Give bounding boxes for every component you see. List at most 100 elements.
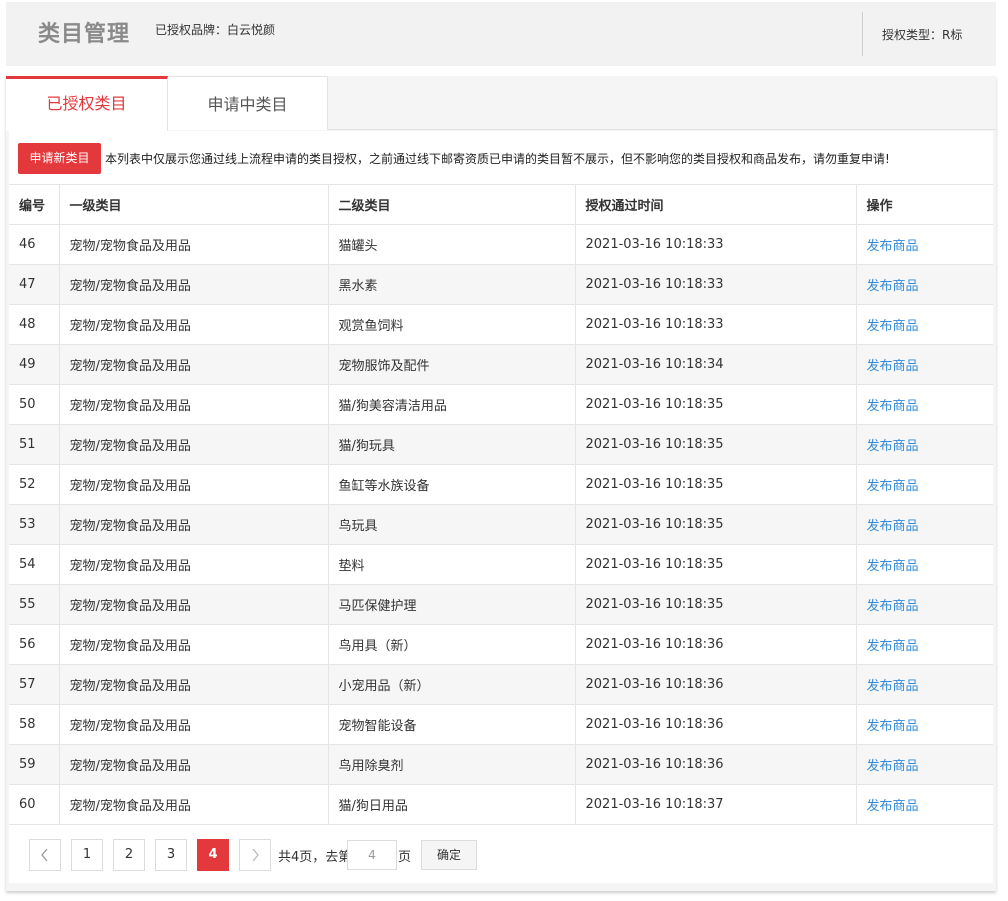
table-row: 50 宠物/宠物食品及用品 猫/狗美容清洁用品 2021-03-16 10:18:35… bbox=[9, 384, 993, 425]
table-row: 60 宠物/宠物食品及用品 猫/狗日用品 2021-03-16 10:18:37 发布商… bbox=[9, 784, 993, 825]
tab-bar: 已授权类目 申请中类目 bbox=[6, 76, 996, 131]
cell-level1-category: 宠物/宠物食品及用品 bbox=[59, 224, 329, 265]
cell-level2-category: 猫/狗日用品 bbox=[328, 784, 576, 825]
tab-authorized-categories[interactable]: 已授权类目 bbox=[6, 76, 168, 131]
table-row: 51 宠物/宠物食品及用品 猫/狗玩具 2021-03-16 10:18:35 发布商品 bbox=[9, 424, 993, 465]
table-row: 46 宠物/宠物食品及用品 猫罐头 2021-03-16 10:18:33 发布商品 bbox=[9, 224, 993, 265]
cell-approval-time: 2021-03-16 10:18:33 bbox=[575, 304, 857, 345]
prev-page-button[interactable] bbox=[29, 839, 61, 871]
publish-product-link[interactable]: 发布商品 bbox=[856, 304, 993, 345]
page-unit-label: 页 bbox=[398, 850, 412, 865]
cell-id: 46 bbox=[9, 224, 60, 265]
table-row: 58 宠物/宠物食品及用品 宠物智能设备 2021-03-16 10:18:36 发布商… bbox=[9, 704, 993, 745]
cell-id: 51 bbox=[9, 424, 60, 465]
cell-id: 59 bbox=[9, 744, 60, 785]
page-button-2[interactable]: 2 bbox=[113, 839, 145, 871]
cell-approval-time: 2021-03-16 10:18:35 bbox=[575, 424, 857, 465]
column-header-time: 授权通过时间 bbox=[575, 185, 857, 225]
page-button-4-current[interactable]: 4 bbox=[197, 839, 229, 871]
chevron-right-icon bbox=[252, 848, 259, 862]
tab-content: 申请新类目 本列表中仅展示您通过线上流程申请的类目授权，之前通过线下邮寄资质已申… bbox=[9, 131, 993, 883]
cell-approval-time: 2021-03-16 10:18:35 bbox=[575, 504, 857, 545]
publish-product-link[interactable]: 发布商品 bbox=[856, 384, 993, 425]
cell-level1-category: 宠物/宠物食品及用品 bbox=[59, 464, 329, 505]
cell-id: 54 bbox=[9, 544, 60, 585]
publish-product-link[interactable]: 发布商品 bbox=[856, 664, 993, 705]
cell-level2-category: 黑水素 bbox=[328, 264, 576, 305]
cell-level1-category: 宠物/宠物食品及用品 bbox=[59, 544, 329, 585]
apply-new-category-button[interactable]: 申请新类目 bbox=[18, 143, 101, 174]
cell-approval-time: 2021-03-16 10:18:37 bbox=[575, 784, 857, 825]
cell-level2-category: 垫料 bbox=[328, 544, 576, 585]
cell-approval-time: 2021-03-16 10:18:33 bbox=[575, 264, 857, 305]
cell-level1-category: 宠物/宠物食品及用品 bbox=[59, 264, 329, 305]
page-button-1[interactable]: 1 bbox=[71, 839, 103, 871]
goto-page-input[interactable] bbox=[347, 840, 397, 870]
publish-product-link[interactable]: 发布商品 bbox=[856, 544, 993, 585]
publish-product-link[interactable]: 发布商品 bbox=[856, 464, 993, 505]
cell-level2-category: 猫罐头 bbox=[328, 224, 576, 265]
authorization-type: 授权类型：R标 bbox=[882, 28, 963, 42]
cell-level1-category: 宠物/宠物食品及用品 bbox=[59, 784, 329, 825]
cell-id: 48 bbox=[9, 304, 60, 345]
cell-level1-category: 宠物/宠物食品及用品 bbox=[59, 584, 329, 625]
cell-level1-category: 宠物/宠物食品及用品 bbox=[59, 664, 329, 705]
cell-level2-category: 猫/狗美容清洁用品 bbox=[328, 384, 576, 425]
cell-id: 60 bbox=[9, 784, 60, 825]
cell-approval-time: 2021-03-16 10:18:33 bbox=[575, 224, 857, 265]
cell-level2-category: 鸟玩具 bbox=[328, 504, 576, 545]
cell-id: 49 bbox=[9, 344, 60, 385]
publish-product-link[interactable]: 发布商品 bbox=[856, 704, 993, 745]
cell-approval-time: 2021-03-16 10:18:35 bbox=[575, 544, 857, 585]
next-page-button[interactable] bbox=[239, 839, 271, 871]
table-row: 52 宠物/宠物食品及用品 鱼缸等水族设备 2021-03-16 10:18:35 发布… bbox=[9, 464, 993, 505]
publish-product-link[interactable]: 发布商品 bbox=[856, 224, 993, 265]
table-row: 48 宠物/宠物食品及用品 观赏鱼饲料 2021-03-16 10:18:33 发布商品 bbox=[9, 304, 993, 345]
cell-id: 55 bbox=[9, 584, 60, 625]
cell-approval-time: 2021-03-16 10:18:35 bbox=[575, 584, 857, 625]
cell-level2-category: 观赏鱼饲料 bbox=[328, 304, 576, 345]
header-divider bbox=[862, 12, 863, 56]
tab-pending-categories[interactable]: 申请中类目 bbox=[168, 76, 328, 130]
cell-level2-category: 鸟用除臭剂 bbox=[328, 744, 576, 785]
table-row: 53 宠物/宠物食品及用品 鸟玩具 2021-03-16 10:18:35 发布商品 bbox=[9, 504, 993, 545]
publish-product-link[interactable]: 发布商品 bbox=[856, 584, 993, 625]
cell-level1-category: 宠物/宠物食品及用品 bbox=[59, 384, 329, 425]
cell-approval-time: 2021-03-16 10:18:34 bbox=[575, 344, 857, 385]
publish-product-link[interactable]: 发布商品 bbox=[856, 264, 993, 305]
authorized-brand: 已授权品牌：白云悦颜 bbox=[155, 23, 276, 37]
cell-level2-category: 马匹保健护理 bbox=[328, 584, 576, 625]
publish-product-link[interactable]: 发布商品 bbox=[856, 784, 993, 825]
cell-approval-time: 2021-03-16 10:18:36 bbox=[575, 744, 857, 785]
publish-product-link[interactable]: 发布商品 bbox=[856, 424, 993, 465]
cell-approval-time: 2021-03-16 10:18:35 bbox=[575, 384, 857, 425]
cell-id: 57 bbox=[9, 664, 60, 705]
page-button-3[interactable]: 3 bbox=[155, 839, 187, 871]
cell-level2-category: 鸟用具（新） bbox=[328, 624, 576, 665]
cell-level1-category: 宠物/宠物食品及用品 bbox=[59, 424, 329, 465]
total-pages-text: 共4页，去第 bbox=[278, 850, 352, 865]
cell-approval-time: 2021-03-16 10:18:36 bbox=[575, 624, 857, 665]
column-header-action: 操作 bbox=[856, 185, 993, 225]
publish-product-link[interactable]: 发布商品 bbox=[856, 744, 993, 785]
publish-product-link[interactable]: 发布商品 bbox=[856, 344, 993, 385]
chevron-left-icon bbox=[41, 848, 48, 862]
column-header-level1: 一级类目 bbox=[59, 185, 329, 225]
table-row: 54 宠物/宠物食品及用品 垫料 2021-03-16 10:18:35 发布商品 bbox=[9, 544, 993, 585]
publish-product-link[interactable]: 发布商品 bbox=[856, 504, 993, 545]
page-title: 类目管理 bbox=[38, 22, 131, 47]
category-table: 编号 一级类目 二级类目 授权通过时间 操作 46 宠物/宠物食品及用品 猫罐头 20… bbox=[9, 185, 993, 825]
publish-product-link[interactable]: 发布商品 bbox=[856, 624, 993, 665]
table-row: 47 宠物/宠物食品及用品 黑水素 2021-03-16 10:18:33 发布商品 bbox=[9, 264, 993, 305]
table-row: 55 宠物/宠物食品及用品 马匹保健护理 2021-03-16 10:18:35 发布商… bbox=[9, 584, 993, 625]
table-row: 57 宠物/宠物食品及用品 小宠用品（新） 2021-03-16 10:18:36 发布… bbox=[9, 664, 993, 705]
notice-bar: 申请新类目 本列表中仅展示您通过线上流程申请的类目授权，之前通过线下邮寄资质已申… bbox=[9, 131, 993, 185]
cell-level1-category: 宠物/宠物食品及用品 bbox=[59, 504, 329, 545]
table-row: 56 宠物/宠物食品及用品 鸟用具（新） 2021-03-16 10:18:36 发布商… bbox=[9, 624, 993, 665]
cell-level2-category: 宠物服饰及配件 bbox=[328, 344, 576, 385]
confirm-goto-button[interactable]: 确定 bbox=[421, 840, 477, 870]
cell-id: 52 bbox=[9, 464, 60, 505]
column-header-id: 编号 bbox=[9, 185, 60, 225]
table-row: 49 宠物/宠物食品及用品 宠物服饰及配件 2021-03-16 10:18:34 发布… bbox=[9, 344, 993, 385]
cell-level2-category: 猫/狗玩具 bbox=[328, 424, 576, 465]
